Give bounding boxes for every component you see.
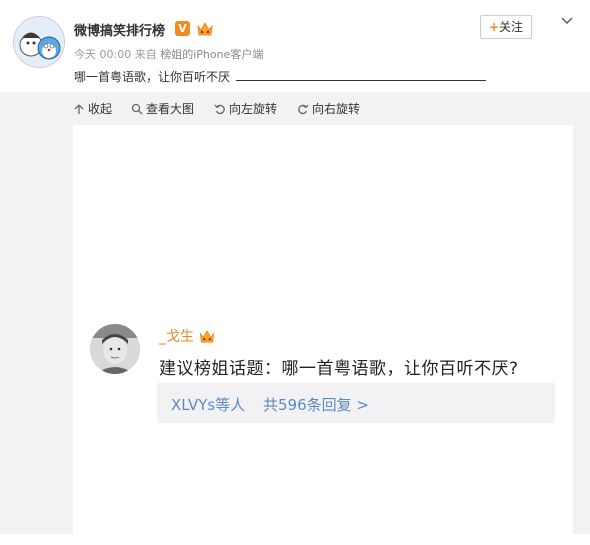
rotate-left-label: 向左旋转	[229, 102, 278, 116]
search-icon	[131, 103, 143, 114]
author-avatar[interactable]	[13, 16, 65, 68]
collapse-label: 收起	[88, 102, 113, 116]
blank-underline	[236, 69, 487, 81]
post-header: 微博搞笑排行榜 V 今天 00:00 来自 榜姐的iPhone客户端 哪一首粤语…	[0, 0, 590, 92]
verified-badge-icon: V	[175, 21, 190, 36]
reply-summary: XLVYs等人 共596条回复 >	[157, 383, 555, 423]
reply-count-link: 共596条回复 >	[263, 396, 369, 414]
source-prefix: 来自	[134, 48, 157, 61]
view-large-button[interactable]: 查看大图	[131, 100, 194, 117]
follow-button[interactable]: +关注	[480, 15, 532, 39]
media-gallery: 收起 查看大图 向左旋转 向右旋转 _戈生 建议榜姐话题：哪一首粤语歌，让你百听…	[0, 92, 590, 545]
post-text: 哪一首粤语歌，让你百听不厌	[74, 68, 487, 85]
crown-icon	[196, 20, 214, 41]
commenter-avatar	[90, 324, 140, 374]
author-name[interactable]: 微博搞笑排行榜	[74, 20, 165, 39]
image-toolbar: 收起 查看大图 向左旋转 向右旋转	[0, 92, 590, 124]
commenter-name-text: _戈生	[159, 329, 194, 345]
rotate-left-icon	[214, 104, 225, 114]
comment-text: 建议榜姐话题：哪一首粤语歌，让你百听不厌?	[159, 359, 519, 379]
commenter-name: _戈生	[159, 326, 216, 346]
chevron-down-icon[interactable]	[560, 12, 574, 31]
post-source[interactable]: 榜姐的iPhone客户端	[160, 48, 263, 61]
rotate-right-button[interactable]: 向右旋转	[297, 100, 360, 117]
rotate-right-icon	[298, 104, 309, 114]
post-image[interactable]: _戈生 建议榜姐话题：哪一首粤语歌，让你百听不厌? XLVYs等人 共596条回…	[73, 125, 573, 545]
rotate-right-label: 向右旋转	[312, 102, 361, 116]
post-timestamp[interactable]: 今天 00:00	[74, 48, 131, 61]
follow-label: 关注	[499, 20, 524, 34]
collapse-icon	[74, 104, 84, 114]
crown-icon	[199, 330, 215, 343]
post-meta: 今天 00:00 来自 榜姐的iPhone客户端	[74, 46, 263, 62]
reply-users: XLVYs等人	[171, 396, 246, 414]
post-text-content: 哪一首粤语歌，让你百听不厌	[74, 70, 231, 84]
plus-icon: +	[488, 20, 500, 34]
view-large-label: 查看大图	[146, 102, 195, 116]
collapse-button[interactable]: 收起	[73, 100, 112, 117]
rotate-left-button[interactable]: 向左旋转	[214, 100, 277, 117]
